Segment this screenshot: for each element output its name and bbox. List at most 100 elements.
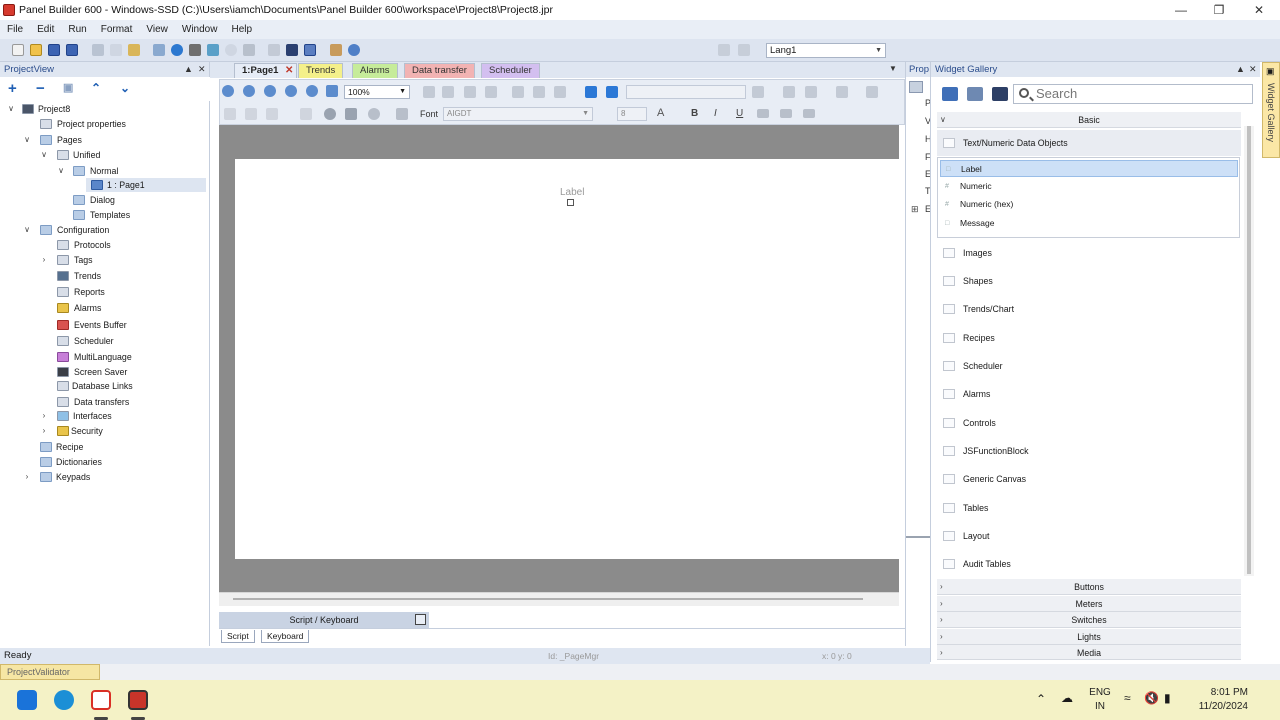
shadow-icon[interactable] bbox=[368, 108, 380, 120]
flip-icon[interactable] bbox=[554, 86, 566, 98]
rotate-left-icon[interactable] bbox=[512, 86, 524, 98]
group-icon[interactable] bbox=[442, 86, 454, 98]
close-icon[interactable]: ✕ bbox=[1240, 0, 1278, 20]
grid-icon[interactable] bbox=[268, 44, 280, 56]
menu-format[interactable]: Format bbox=[94, 24, 140, 35]
gallery-view-icon[interactable] bbox=[942, 87, 958, 101]
edge-icon[interactable] bbox=[54, 690, 74, 710]
size-icon[interactable] bbox=[836, 86, 848, 98]
chevron-right-icon[interactable]: › bbox=[22, 470, 32, 484]
link-icon[interactable] bbox=[396, 108, 408, 120]
widget-gallery-scrollbar[interactable] bbox=[1244, 126, 1254, 576]
rotate-right-icon[interactable] bbox=[533, 86, 545, 98]
menu-run[interactable]: Run bbox=[61, 24, 93, 35]
remove-icon[interactable]: − bbox=[36, 81, 45, 96]
chevron-down-icon[interactable]: ∨ bbox=[56, 164, 66, 178]
tree-item-scheduler[interactable]: Scheduler bbox=[4, 334, 204, 348]
tree-item-data-transfers[interactable]: Data transfers bbox=[4, 395, 204, 409]
tree-item-screen-saver[interactable]: Screen Saver bbox=[4, 365, 204, 379]
align-right-icon[interactable] bbox=[803, 109, 815, 118]
open-folder-icon[interactable] bbox=[30, 44, 42, 56]
category-alarms[interactable]: Alarms bbox=[937, 381, 1241, 407]
run-icon[interactable] bbox=[225, 44, 237, 56]
maximize-icon[interactable]: ❐ bbox=[1200, 0, 1238, 20]
category-tables[interactable]: Tables bbox=[937, 495, 1241, 521]
tree-item-interfaces[interactable]: › Interfaces bbox=[4, 409, 204, 423]
section-meters[interactable]: › Meters bbox=[937, 596, 1241, 612]
tree-item-trends[interactable]: Trends bbox=[4, 269, 204, 283]
menu-window[interactable]: Window bbox=[175, 24, 225, 35]
properties-toolbar-icon[interactable] bbox=[909, 81, 923, 93]
align-icon[interactable] bbox=[752, 86, 764, 98]
tab-trends[interactable]: Trends bbox=[298, 63, 344, 78]
section-buttons[interactable]: › Buttons bbox=[937, 579, 1241, 595]
paste-icon[interactable] bbox=[128, 44, 140, 56]
move-up-icon[interactable]: ⌃ bbox=[91, 81, 101, 96]
category-images[interactable]: Images bbox=[937, 240, 1241, 266]
tree-item-events-buffer[interactable]: Events Buffer bbox=[4, 318, 204, 332]
move-handle-icon[interactable] bbox=[567, 199, 574, 206]
start-icon[interactable] bbox=[17, 690, 37, 710]
category-scheduler[interactable]: Scheduler bbox=[937, 353, 1241, 379]
menu-help[interactable]: Help bbox=[224, 24, 259, 35]
properties-panel[interactable]: Prop P V H F E T E ⊞ bbox=[905, 62, 932, 646]
widget-item-numeric[interactable]: # Numeric bbox=[940, 178, 1238, 195]
tree-item-unified[interactable]: ∨ Unified bbox=[4, 148, 204, 162]
arrow-icon[interactable] bbox=[866, 86, 878, 98]
category-audit-tables[interactable]: Audit Tables bbox=[937, 551, 1241, 577]
language-tool-icon[interactable] bbox=[718, 44, 730, 56]
pin-icon[interactable]: ▲ bbox=[1236, 62, 1245, 77]
info-icon[interactable] bbox=[324, 108, 336, 120]
cut-icon[interactable] bbox=[92, 44, 104, 56]
chevron-right-icon[interactable]: › bbox=[39, 253, 49, 267]
add-icon[interactable]: + bbox=[8, 81, 17, 96]
menu-view[interactable]: View bbox=[139, 24, 175, 35]
tree-item-dictionaries[interactable]: Dictionaries bbox=[4, 455, 204, 469]
tree-item-recipe[interactable]: Recipe bbox=[4, 440, 204, 454]
tree-item-database-links[interactable]: Database Links bbox=[4, 379, 204, 393]
snap-grid-icon[interactable] bbox=[783, 86, 795, 98]
tree-item-tags[interactable]: › Tags bbox=[4, 253, 204, 267]
tab-page1[interactable]: 1:Page1 ✕ bbox=[234, 63, 298, 78]
border-icon[interactable] bbox=[245, 108, 257, 120]
style-select[interactable] bbox=[626, 85, 746, 99]
send-back-icon[interactable] bbox=[585, 86, 597, 98]
ungroup-icon[interactable] bbox=[464, 86, 476, 98]
save-all-icon[interactable] bbox=[66, 44, 78, 56]
copy-icon[interactable]: ▣ bbox=[63, 81, 73, 96]
canvas-horizontal-scrollbar[interactable] bbox=[219, 592, 899, 606]
frame-icon[interactable] bbox=[224, 108, 236, 120]
widget-item-message[interactable]: □ Message bbox=[940, 215, 1238, 232]
build-icon[interactable] bbox=[153, 44, 165, 56]
category-trends-chart[interactable]: Trends/Chart bbox=[937, 296, 1241, 322]
table-icon[interactable] bbox=[485, 86, 497, 98]
tab-list-chevron-icon[interactable]: ▼ bbox=[889, 64, 897, 73]
widget-item-label[interactable]: □ Label bbox=[940, 160, 1238, 177]
tree-item-page1[interactable]: 1 : Page1 bbox=[86, 178, 206, 192]
script-keyboard-panel[interactable]: Script / Keyboard bbox=[219, 612, 429, 628]
validate-icon[interactable] bbox=[171, 44, 183, 56]
battery-icon[interactable]: ▮ bbox=[1164, 691, 1171, 705]
download-icon[interactable] bbox=[243, 44, 255, 56]
section-media[interactable]: › Media bbox=[937, 645, 1241, 660]
bold-button[interactable]: B bbox=[691, 108, 698, 119]
chevron-right-icon[interactable]: › bbox=[39, 409, 49, 423]
restore-panel-icon[interactable] bbox=[415, 614, 426, 625]
close-panel-icon[interactable]: ✕ bbox=[1249, 62, 1257, 77]
tree-item-templates[interactable]: Templates bbox=[4, 208, 204, 222]
tree-item-keypads[interactable]: › Keypads bbox=[4, 470, 204, 484]
language-edit-icon[interactable] bbox=[738, 44, 750, 56]
tab-alarms[interactable]: Alarms bbox=[352, 63, 398, 78]
speaker-muted-icon[interactable]: 🔇 bbox=[1144, 691, 1159, 705]
tree-item-security[interactable]: › Security bbox=[4, 424, 204, 438]
debug-icon[interactable] bbox=[207, 44, 219, 56]
section-switches[interactable]: › Switches bbox=[937, 612, 1241, 628]
zoom-in-icon[interactable] bbox=[222, 85, 234, 97]
zoom-reset-icon[interactable] bbox=[326, 85, 338, 97]
font-size-select[interactable]: 8 bbox=[617, 107, 647, 121]
chevron-down-icon[interactable]: ∨ bbox=[39, 148, 49, 162]
splitter[interactable] bbox=[906, 536, 931, 538]
chevron-right-icon[interactable]: › bbox=[39, 424, 49, 438]
tree-item-pages[interactable]: ∨ Pages bbox=[4, 133, 204, 147]
zoom-page-icon[interactable] bbox=[285, 85, 297, 97]
